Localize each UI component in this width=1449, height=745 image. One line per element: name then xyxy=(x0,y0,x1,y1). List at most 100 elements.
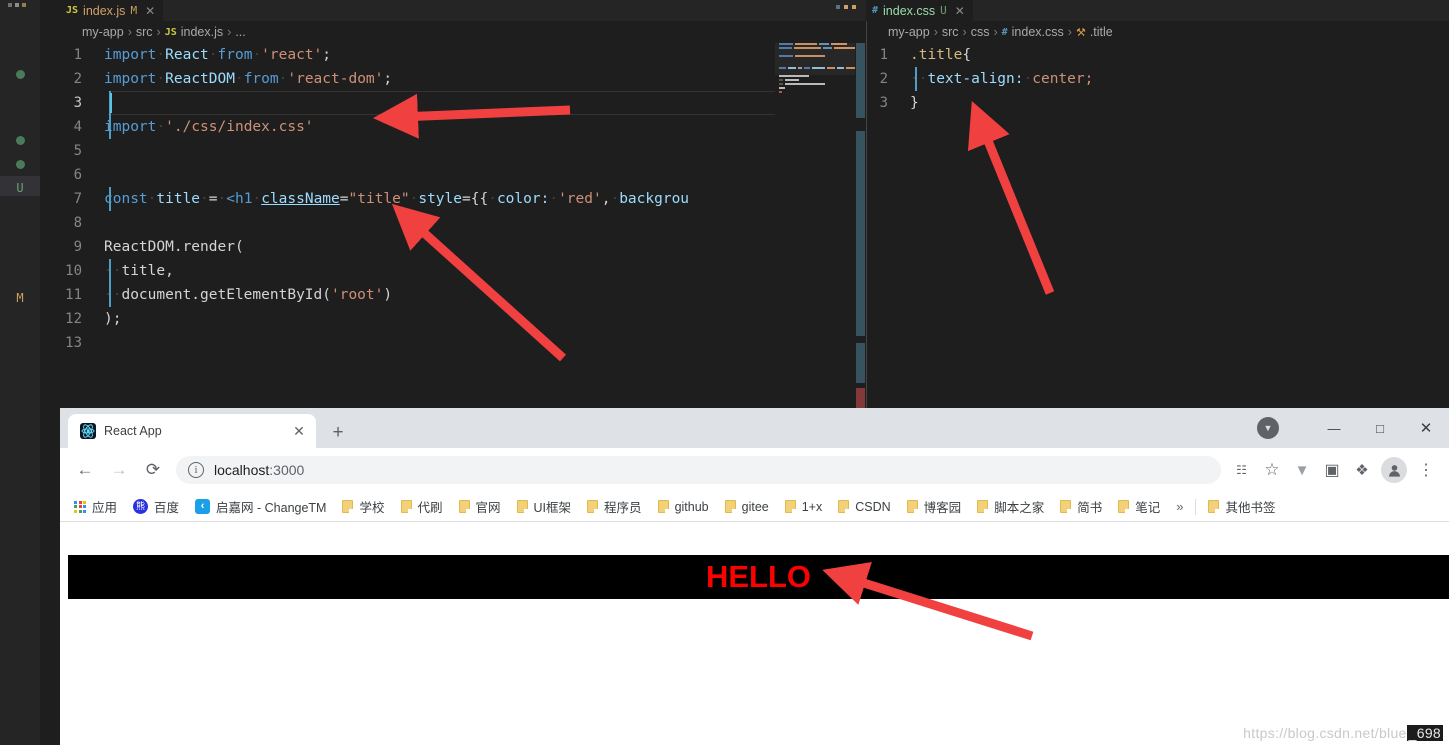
code-line[interactable]: 13 xyxy=(60,331,866,355)
translate-icon[interactable]: ☷ xyxy=(1227,455,1257,485)
new-tab-button[interactable]: + xyxy=(326,423,350,442)
code-editor-left[interactable]: 1 import·React·from·'react'; 2 import·React… xyxy=(60,43,866,355)
reload-button[interactable]: ⟳ xyxy=(136,453,170,487)
bookmark-apps-grid[interactable]: 应用 xyxy=(66,495,125,519)
bookmark-star-icon[interactable]: ☆ xyxy=(1257,455,1287,485)
code-line[interactable]: 12); xyxy=(60,307,866,331)
code-line[interactable]: 2 import·ReactDOM·from·'react-dom'; xyxy=(60,67,866,91)
bookmark-ui-kuangjia[interactable]: UI框架 xyxy=(509,495,580,519)
code-line[interactable]: 10 ··title, xyxy=(60,259,866,283)
close-icon[interactable]: ✕ xyxy=(290,423,308,440)
bookmark-label: 脚本之家 xyxy=(994,501,1045,515)
activity-marker-dot-2[interactable] xyxy=(0,136,40,145)
bookmark-label: 笔记 xyxy=(1135,501,1161,515)
breadcrumb-right[interactable]: my-app › src › css › # index.css › ⚒ .ti… xyxy=(866,21,1449,43)
bookmark-baidu[interactable]: 百度 xyxy=(125,495,187,519)
activity-marker-m[interactable]: M xyxy=(0,289,40,307)
extensions-puzzle-icon[interactable]: ❖ xyxy=(1347,455,1377,485)
code-line[interactable]: 9 ReactDOM.render( xyxy=(60,235,866,259)
folder-icon xyxy=(1208,500,1220,513)
bookmark-daishua[interactable]: 代刷 xyxy=(393,495,451,519)
editor-tab-index-js[interactable]: JS index.js M ✕ xyxy=(60,0,164,21)
breadcrumb-item-0[interactable]: my-app xyxy=(82,25,124,39)
address-bar[interactable]: i localhost :3000 xyxy=(176,456,1221,484)
breadcrumb-left[interactable]: my-app › src › JS index.js › ... xyxy=(60,21,866,43)
breadcrumb-item-0[interactable]: my-app xyxy=(888,25,930,39)
screen-capture-icon[interactable]: ▣ xyxy=(1317,455,1347,485)
bookmark-bokeyuan[interactable]: 博客园 xyxy=(899,495,970,519)
code-line[interactable]: 7 const·title·=·<h1·className="title"·sty… xyxy=(60,187,866,211)
overview-ruler-left[interactable] xyxy=(855,43,866,410)
code-editor-right[interactable]: 1 .title{2 ··text-align:·center; 3} xyxy=(866,43,1449,115)
activity-marker-u[interactable]: U xyxy=(0,179,40,197)
more-options-icon[interactable] xyxy=(836,5,856,9)
close-window-button[interactable]: ✕ xyxy=(1403,419,1449,437)
browser-tab-react-app[interactable]: React App ✕ xyxy=(68,414,316,448)
maximize-button[interactable]: □ xyxy=(1357,421,1403,436)
breadcrumb-item-1[interactable]: src xyxy=(942,25,959,39)
folder-icon xyxy=(657,500,669,513)
bookmark-jiaobenzhijia[interactable]: 脚本之家 xyxy=(969,495,1052,519)
folder-icon xyxy=(977,500,989,513)
bookmark-xuexiao[interactable]: 学校 xyxy=(334,495,392,519)
bookmark-github[interactable]: github xyxy=(650,495,717,519)
profile-avatar-icon[interactable] xyxy=(1381,457,1407,483)
page-heading: HELLO xyxy=(705,559,812,594)
code-text: import·'./css/index.css' xyxy=(104,119,314,135)
bookmarks-overflow-icon[interactable]: » xyxy=(1168,499,1191,514)
back-button[interactable]: ← xyxy=(68,453,102,487)
breadcrumb-item-4[interactable]: .title xyxy=(1090,25,1113,39)
breadcrumb-item-3[interactable]: ... xyxy=(235,25,245,39)
breadcrumb-item-2[interactable]: css xyxy=(971,25,990,39)
chevron-right-icon: › xyxy=(993,25,998,39)
activity-bar[interactable]: U M xyxy=(0,0,40,745)
code-line[interactable]: 3 xyxy=(60,91,866,115)
forward-button[interactable]: → xyxy=(102,453,136,487)
line-number: 13 xyxy=(65,335,82,351)
bookmark-label: 简书 xyxy=(1077,501,1103,515)
close-icon[interactable]: ✕ xyxy=(955,4,965,18)
bookmark-guanwang[interactable]: 官网 xyxy=(451,495,509,519)
code-line[interactable]: 3} xyxy=(866,91,1449,115)
editor-group-right: # index.css U ✕ my-app › src › css › # i… xyxy=(866,0,1449,410)
activity-marker-dot-3[interactable] xyxy=(0,160,40,169)
code-line[interactable]: 6 xyxy=(60,163,866,187)
minimap-left[interactable] xyxy=(775,43,855,410)
bookmark-jianshu[interactable]: 简书 xyxy=(1052,495,1110,519)
code-line[interactable]: 11 ··document.getElementById('root') xyxy=(60,283,866,307)
close-icon[interactable]: ✕ xyxy=(145,4,155,18)
code-line[interactable]: 1 .title{ xyxy=(866,43,1449,67)
bookmark-gitee[interactable]: gitee xyxy=(717,495,777,519)
bookmark-csdn[interactable]: CSDN xyxy=(830,495,898,519)
bookmark-biji[interactable]: 笔记 xyxy=(1110,495,1168,519)
css-file-icon: # xyxy=(872,5,879,16)
minimap-line xyxy=(775,91,855,94)
code-line[interactable]: 2 ··text-align:·center; xyxy=(866,67,1449,91)
chrome-browser-window: React App ✕ + ▼ — □ ✕ ← → ⟳ i localhost … xyxy=(60,408,1449,745)
code-line[interactable]: 4 import·'./css/index.css' xyxy=(60,115,866,139)
site-info-icon[interactable]: i xyxy=(188,462,204,478)
code-line[interactable]: 5 xyxy=(60,139,866,163)
bookmarks-bar: 应用 百度 ‹ 启嘉网 - ChangeTM 学校 代刷 官网 UI框架 程序员 github gi… xyxy=(60,492,1449,522)
vimium-v-icon[interactable]: ▼ xyxy=(1287,455,1317,485)
bookmark-other-bookmarks[interactable]: 其他书签 xyxy=(1200,495,1283,519)
breadcrumb-item-1[interactable]: src xyxy=(136,25,153,39)
page-viewport: HELLO xyxy=(60,522,1449,745)
code-text: .title{ xyxy=(910,47,972,63)
code-line[interactable]: 1 import·React·from·'react'; xyxy=(60,43,866,67)
line-number: 8 xyxy=(73,215,82,231)
chrome-menu-icon[interactable]: ⋮ xyxy=(1411,455,1441,485)
folder-icon xyxy=(906,500,918,513)
bookmarks-divider xyxy=(1195,498,1197,515)
breadcrumb-item-3[interactable]: index.css xyxy=(1012,25,1064,39)
minimap-slider[interactable] xyxy=(775,43,855,75)
activity-marker-dot-1[interactable] xyxy=(0,70,40,79)
code-line[interactable]: 8 xyxy=(60,211,866,235)
editor-tab-index-css[interactable]: # index.css U ✕ xyxy=(866,0,973,21)
minimize-button[interactable]: — xyxy=(1311,421,1357,436)
breadcrumb-item-2[interactable]: index.js xyxy=(181,25,223,39)
bookmark-onex[interactable]: 1+x xyxy=(777,495,831,519)
bookmark-qijiawang[interactable]: ‹ 启嘉网 - ChangeTM xyxy=(187,495,334,519)
bookmark-chengxuyuan[interactable]: 程序员 xyxy=(579,495,650,519)
tab-search-chevron-icon[interactable]: ▼ xyxy=(1257,417,1279,439)
